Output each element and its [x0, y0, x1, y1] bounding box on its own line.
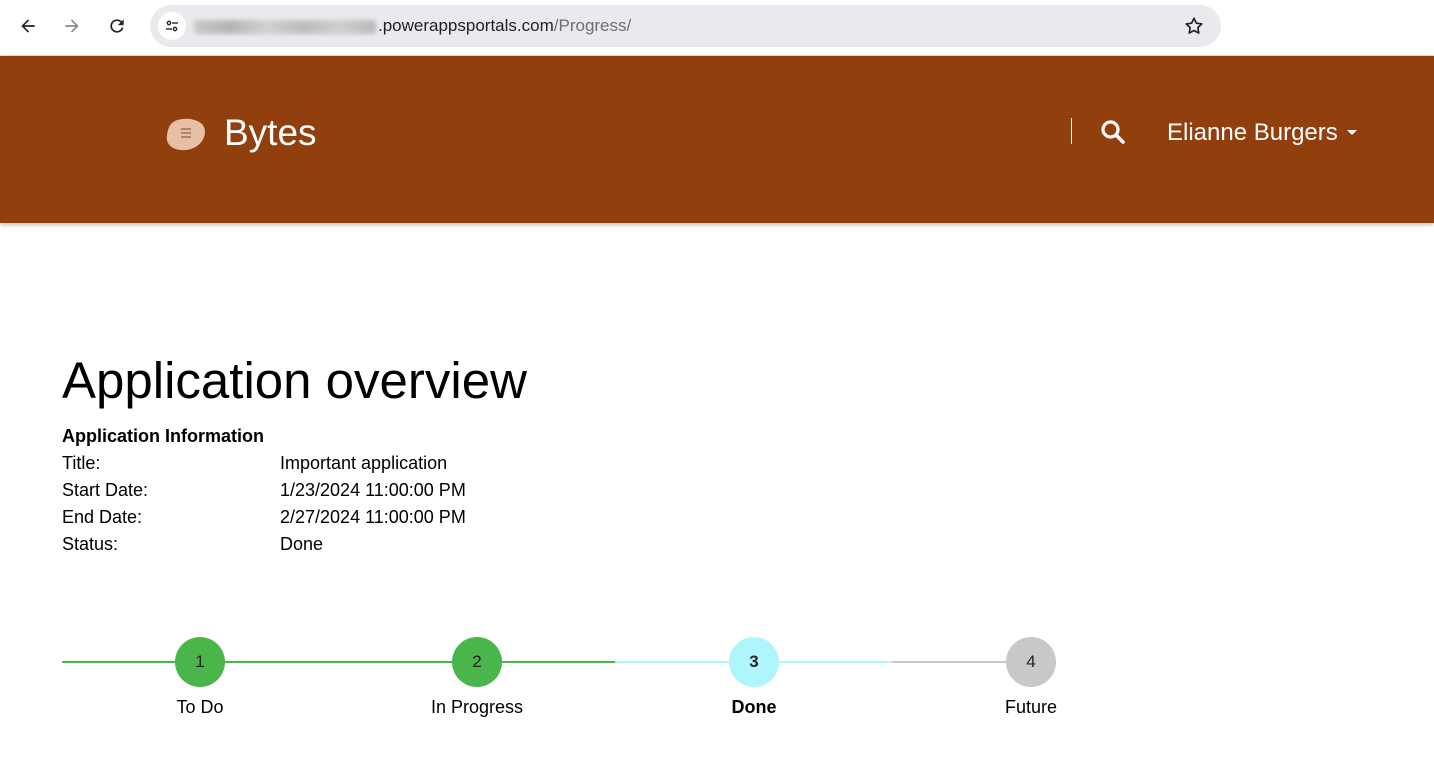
step-number: 2: [472, 652, 482, 671]
page-title: Application overview: [62, 352, 527, 409]
logo-icon[interactable]: [166, 117, 206, 151]
info-value: 1/23/2024 11:00:00 PM: [280, 480, 466, 500]
step-circle-2[interactable]: 2: [452, 637, 502, 687]
browser-toolbar: .powerappsportals.com/Progress/: [0, 0, 1434, 56]
step-label: Future: [1004, 697, 1058, 717]
bookmark-star-icon[interactable]: [1183, 15, 1205, 37]
tune-icon: [166, 20, 178, 32]
step-number: 3: [749, 652, 759, 671]
search-icon[interactable]: [1100, 119, 1126, 145]
step-circle-4[interactable]: 4: [1006, 637, 1056, 687]
arrow-right-icon: [65, 19, 79, 33]
header-divider: [1071, 118, 1072, 144]
step-label: To Do: [176, 697, 224, 717]
address-bar[interactable]: .powerappsportals.com/Progress/: [150, 5, 1221, 47]
user-menu[interactable]: Elianne Burgers: [1167, 118, 1357, 148]
brand-name[interactable]: Bytes: [224, 111, 317, 155]
step-circle-3[interactable]: 3: [729, 637, 779, 687]
caret-down-icon: [1346, 130, 1357, 136]
arrow-left-icon: [21, 19, 35, 33]
step-label: In Progress: [430, 697, 524, 717]
forward-button[interactable]: [56, 10, 88, 42]
info-value: 2/27/2024 11:00:00 PM: [280, 507, 466, 527]
reload-icon: [110, 19, 124, 33]
info-label: End Date:: [62, 507, 143, 527]
redacted-subdomain: [194, 19, 376, 34]
site-info-button[interactable]: [158, 12, 186, 40]
info-label: Start Date:: [62, 480, 149, 500]
url-host: .powerappsportals.com: [378, 16, 554, 35]
url-path: /Progress/: [553, 16, 632, 35]
site-header: Bytes Elianne Burgers: [0, 56, 1434, 223]
info-label: Status:: [62, 534, 119, 554]
info-value: Done: [280, 534, 324, 554]
back-button[interactable]: [12, 10, 44, 42]
step-number: 4: [1026, 652, 1036, 671]
step-circle-1[interactable]: 1: [175, 637, 225, 687]
step-number: 1: [195, 652, 205, 671]
user-name: Elianne Burgers: [1167, 119, 1338, 146]
url-text[interactable]: .powerappsportals.com/Progress/: [194, 5, 631, 47]
info-label: Title:: [62, 453, 101, 473]
info-value: Important application: [280, 453, 448, 473]
reload-button[interactable]: [101, 10, 133, 42]
step-label: Done: [731, 697, 777, 717]
info-heading: Application Information: [62, 426, 264, 446]
progress-stepper: 1 2 3 4 To Do In Progress Done Future: [0, 630, 1434, 730]
